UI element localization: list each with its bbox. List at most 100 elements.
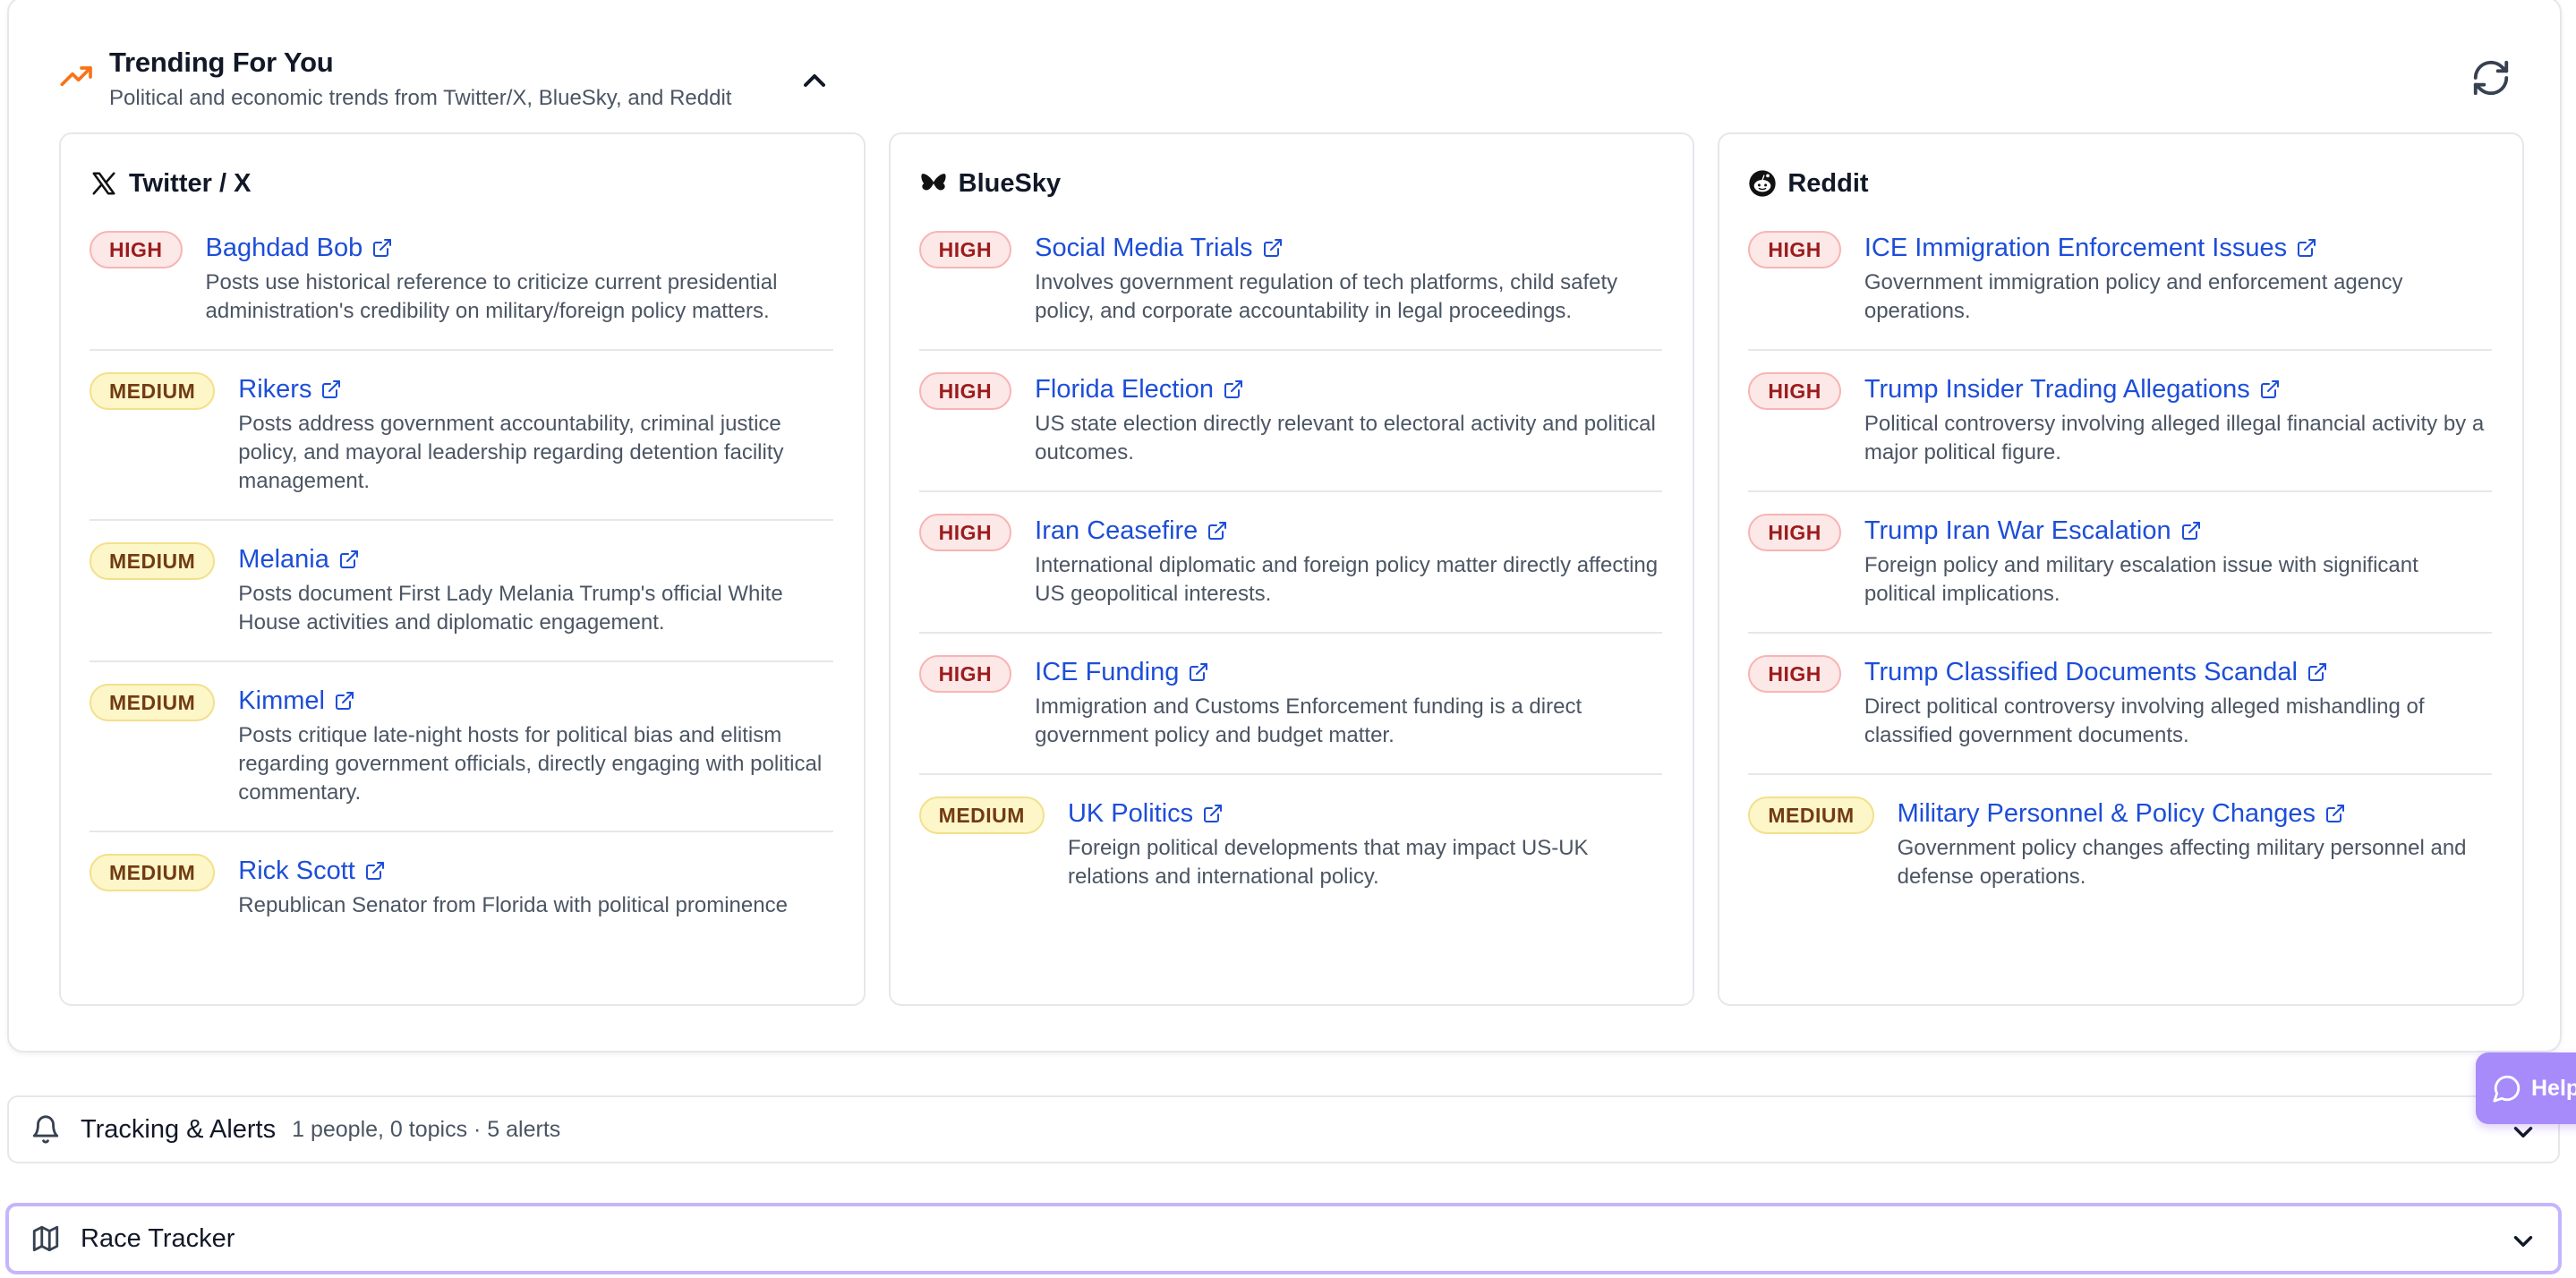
trending-subtitle: Political and economic trends from Twitt… (109, 86, 732, 110)
trend-item: HIGH Baghdad Bob Posts use historical refe… (90, 209, 833, 351)
help-button[interactable]: Help (2476, 1052, 2576, 1124)
trend-list: HIGH Social Media Trials Involves governme… (918, 209, 1663, 915)
tracking-meta: 1 people, 0 topics · 5 alerts (292, 1116, 561, 1142)
external-link-icon (1204, 805, 1223, 822)
trend-description: Immigration and Customs Enforcement fund… (1035, 694, 1582, 747)
trend-link[interactable]: ICE Funding (1035, 653, 1209, 691)
trend-item-body: UK Politics Foreign political development… (1068, 795, 1662, 891)
external-link-icon (2260, 380, 2279, 398)
reddit-logo-icon (1748, 169, 1777, 198)
priority-badge: HIGH (918, 231, 1012, 268)
trend-title: Baghdad Bob (205, 234, 363, 262)
trend-item-body: Trump Insider Trading Allegations Politic… (1864, 371, 2492, 467)
trend-item-body: Social Media Trials Involves government r… (1035, 229, 1662, 326)
trend-title: Florida Election (1035, 375, 1215, 404)
trend-item: MEDIUM UK Politics Foreign political devel… (918, 775, 1663, 915)
trend-description: Posts critique late-night hosts for poli… (238, 723, 823, 805)
priority-badge: MEDIUM (90, 542, 216, 580)
trend-title: Trump Iran War Escalation (1864, 516, 2171, 545)
trend-description: Posts document First Lady Melania Trump'… (238, 582, 783, 635)
trending-panel: Trending For You Political and economic … (7, 0, 2562, 1052)
map-icon (32, 1225, 59, 1252)
trend-link[interactable]: Trump Iran War Escalation (1864, 512, 2202, 550)
trend-link[interactable]: UK Politics (1068, 795, 1224, 832)
trend-link[interactable]: Florida Election (1035, 371, 1244, 408)
trend-title: Kimmel (238, 686, 325, 715)
priority-badge: HIGH (918, 372, 1012, 410)
trend-description: Government policy changes affecting mili… (1897, 836, 2467, 889)
external-link-icon (2307, 663, 2326, 681)
trend-link[interactable]: Trump Insider Trading Allegations (1864, 371, 2281, 408)
platform-column: Reddit HIGH ICE Immigration Enforcement Is… (1718, 132, 2525, 1006)
chevron-up-icon[interactable] (797, 63, 832, 98)
trend-item: HIGH Trump Iran War Escalation Foreign pol… (1748, 492, 2493, 634)
trend-title: Melania (238, 545, 329, 574)
trend-title: Iran Ceasefire (1035, 516, 1198, 545)
trend-description: Republican Senator from Florida with pol… (238, 893, 788, 917)
trend-item: HIGH Trump Classified Documents Scandal Di… (1748, 634, 2493, 775)
trend-list: HIGH Baghdad Bob Posts use historical refe… (90, 209, 833, 943)
platform-name: Reddit (1787, 168, 1869, 198)
trend-title: Military Personnel & Policy Changes (1897, 799, 2316, 828)
external-link-icon (2181, 522, 2200, 540)
platform-name: BlueSky (958, 168, 1062, 198)
trend-description: Political controversy involving alleged … (1864, 412, 2485, 464)
trend-item-body: Rikers Posts address government accountab… (238, 371, 832, 496)
chevron-down-icon[interactable] (2508, 1226, 2538, 1257)
priority-badge: HIGH (1748, 514, 1841, 551)
trend-description: Involves government regulation of tech p… (1035, 270, 1618, 323)
trend-item-body: Trump Classified Documents Scandal Direct… (1864, 653, 2492, 750)
trending-title: Trending For You (109, 47, 334, 78)
trend-item: HIGH Iran Ceasefire International diplomat… (918, 492, 1663, 634)
trend-list: HIGH ICE Immigration Enforcement Issues Go… (1748, 209, 2493, 915)
external-link-icon (365, 862, 384, 880)
external-link-icon (339, 550, 358, 568)
trend-item-body: Melania Posts document First Lady Melania… (238, 541, 832, 637)
priority-badge: MEDIUM (90, 854, 216, 891)
trend-item-body: Military Personnel & Policy Changes Gover… (1898, 795, 2492, 891)
race-tracker-title: Race Tracker (81, 1223, 235, 1253)
trend-link[interactable]: Iran Ceasefire (1035, 512, 1228, 550)
tracking-title: Tracking & Alerts (81, 1114, 277, 1144)
priority-badge: HIGH (918, 655, 1012, 693)
trend-item: HIGH Social Media Trials Involves governme… (918, 209, 1663, 351)
trend-item: HIGH ICE Funding Immigration and Customs E… (918, 634, 1663, 775)
trend-description: Foreign policy and military escalation i… (1864, 553, 2418, 606)
trend-link[interactable]: Social Media Trials (1035, 229, 1283, 267)
priority-badge: HIGH (1748, 231, 1841, 268)
bell-icon (32, 1115, 59, 1144)
x-logo-icon (90, 169, 118, 198)
trend-item-body: Baghdad Bob Posts use historical referenc… (206, 229, 833, 326)
external-link-icon (335, 692, 354, 710)
trend-item-body: Iran Ceasefire International diplomatic a… (1035, 512, 1662, 609)
trend-title: ICE Immigration Enforcement Issues (1864, 234, 2288, 262)
trend-item: HIGH Trump Insider Trading Allegations Pol… (1748, 351, 2493, 492)
trend-link[interactable]: ICE Immigration Enforcement Issues (1864, 229, 2317, 267)
trend-item: MEDIUM Kimmel Posts critique late-night ho… (90, 662, 833, 832)
help-label: Help (2531, 1075, 2576, 1101)
trend-link[interactable]: Melania (238, 541, 360, 578)
trend-title: Social Media Trials (1035, 234, 1253, 262)
trend-link[interactable]: Trump Classified Documents Scandal (1864, 653, 2328, 691)
trend-item: MEDIUM Rikers Posts address government acc… (90, 351, 833, 521)
external-link-icon (2326, 805, 2345, 822)
trend-item: MEDIUM Rick Scott Republican Senator from … (90, 832, 833, 943)
trend-link[interactable]: Rikers (238, 371, 342, 408)
trend-link[interactable]: Rick Scott (238, 852, 386, 890)
priority-badge: HIGH (918, 514, 1012, 551)
external-link-icon (1208, 522, 1227, 540)
trend-item-body: Trump Iran War Escalation Foreign policy … (1864, 512, 2492, 609)
platform-header: Twitter / X (90, 158, 833, 209)
trend-description: Foreign political developments that may … (1067, 836, 1589, 889)
trend-item-body: ICE Funding Immigration and Customs Enfor… (1035, 653, 1662, 750)
trend-link[interactable]: Baghdad Bob (206, 229, 394, 267)
priority-badge: HIGH (1748, 655, 1841, 693)
trend-item-body: Rick Scott Republican Senator from Florid… (238, 852, 832, 920)
trend-link[interactable]: Military Personnel & Policy Changes (1898, 795, 2346, 832)
priority-badge: MEDIUM (918, 797, 1045, 834)
tracking-alerts-bar[interactable]: Tracking & Alerts 1 people, 0 topics · 5… (7, 1095, 2560, 1163)
refresh-icon[interactable] (2470, 57, 2512, 98)
trend-link[interactable]: Kimmel (238, 682, 355, 720)
race-tracker-bar[interactable]: Race Tracker (5, 1203, 2562, 1274)
chat-bubble-icon (2493, 1075, 2521, 1103)
